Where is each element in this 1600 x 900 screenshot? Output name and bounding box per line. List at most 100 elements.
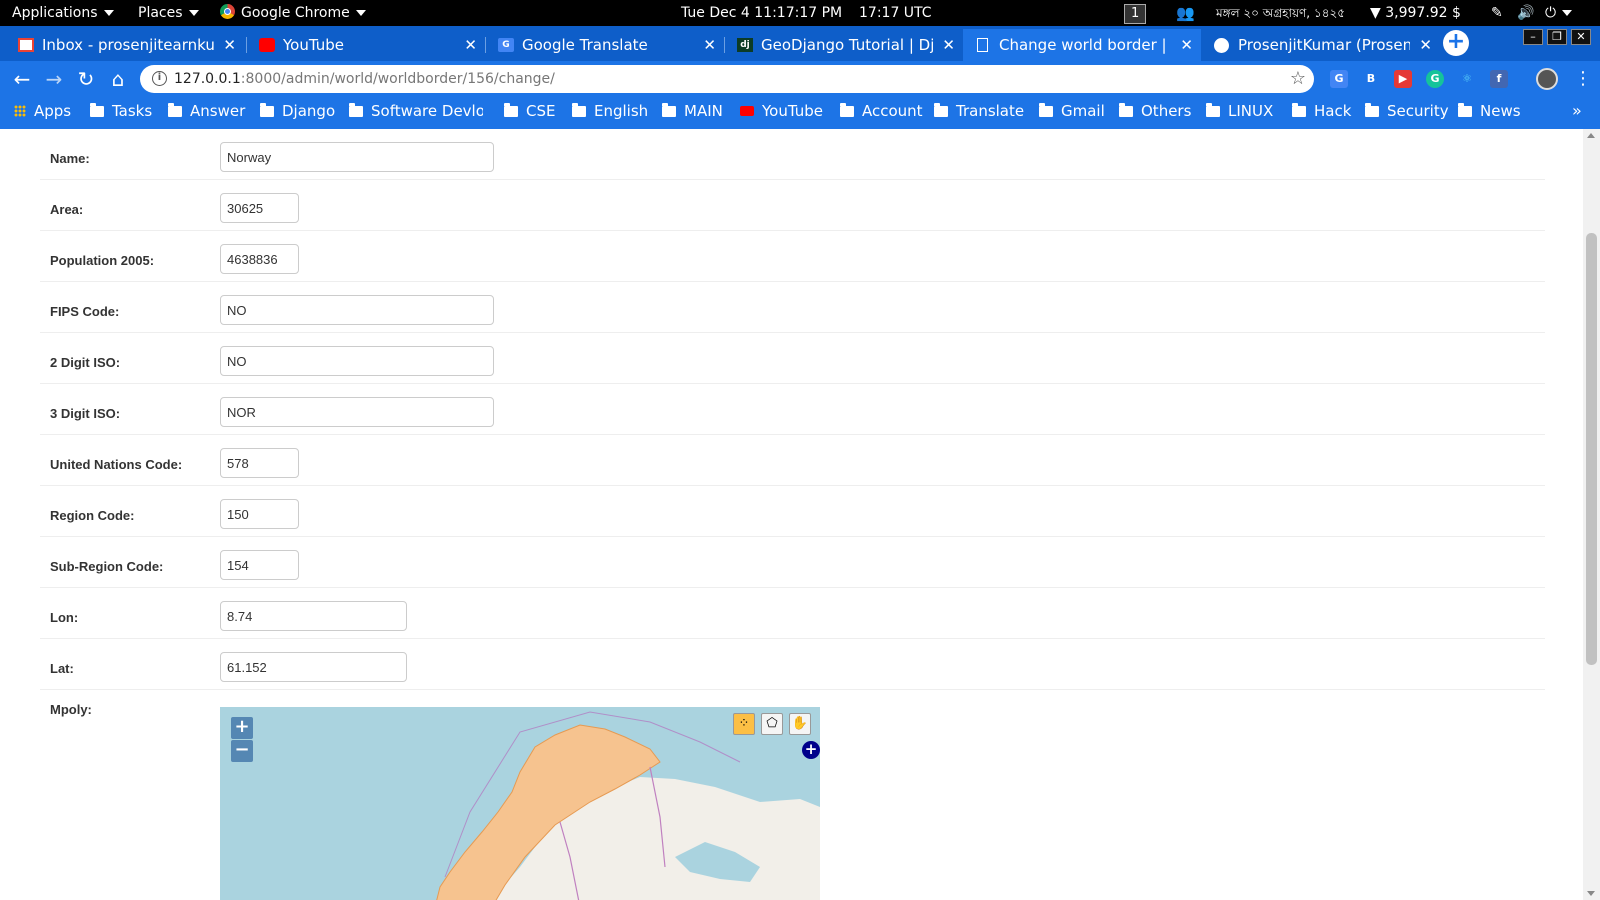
bookmark-hack[interactable]: Hack (1292, 97, 1351, 125)
chrome-icon (220, 4, 235, 19)
mpoly-label: Mpoly: (50, 702, 92, 717)
form-row-area: Area: (40, 180, 1545, 231)
bold-extension-icon[interactable]: B (1362, 70, 1380, 88)
scroll-up-icon[interactable] (1587, 133, 1595, 138)
power-menu[interactable]: ⏻ (1545, 0, 1573, 26)
bookmark-translate[interactable]: Translate (934, 97, 1024, 125)
scroll-down-icon[interactable] (1587, 891, 1595, 896)
menu-kebab-icon[interactable]: ⋮ (1574, 67, 1592, 91)
pan-button[interactable]: ✋ (789, 713, 811, 735)
minimize-button[interactable]: – (1523, 29, 1543, 45)
github-icon (1214, 38, 1229, 53)
url-text[interactable]: 127.0.0.1:8000/admin/world/worldborder/1… (174, 65, 555, 93)
address-bar[interactable]: i 127.0.0.1:8000/admin/world/worldborder… (140, 65, 1314, 93)
bookmark-security[interactable]: Security (1365, 97, 1449, 125)
google-translate-extension-icon[interactable]: G (1330, 70, 1348, 88)
close-icon[interactable]: ✕ (464, 29, 477, 61)
back-button[interactable]: ← (10, 67, 34, 91)
form-row-fips: FIPS Code: (40, 282, 1545, 333)
pop2005-input[interactable] (220, 244, 299, 274)
forward-button[interactable]: → (42, 67, 66, 91)
bookmark-youtube[interactable]: YouTube (740, 97, 823, 125)
bookmark-software-devlop[interactable]: Software Devlop (349, 97, 483, 125)
home-button[interactable]: ⌂ (106, 67, 130, 91)
chevron-right-icon[interactable]: » (1572, 97, 1582, 125)
tab-google-translate[interactable]: G Google Translate ✕ (486, 29, 724, 61)
lat-label: Lat: (50, 661, 74, 676)
mpoly-map-widget[interactable]: + − ⁘ ⬠ ✋ + (220, 707, 820, 900)
people-icon[interactable]: 👥 (1176, 0, 1195, 26)
page-scrollbar[interactable] (1583, 129, 1600, 900)
bookmark-label: Tasks (112, 102, 153, 120)
name-input[interactable] (220, 142, 494, 172)
region-input[interactable] (220, 499, 299, 529)
restore-button[interactable]: ❐ (1547, 29, 1567, 45)
close-icon[interactable]: ✕ (942, 29, 955, 61)
info-icon[interactable]: i (152, 71, 167, 86)
un-code-input[interactable] (220, 448, 299, 478)
iso2-input[interactable] (220, 346, 494, 376)
app-menu[interactable]: Google Chrome (220, 0, 366, 26)
close-icon[interactable]: ✕ (1180, 29, 1193, 61)
chevron-down-icon (1562, 10, 1573, 16)
avatar[interactable] (1536, 68, 1558, 90)
clock[interactable]: Tue Dec 4 11:17:17 PM (681, 0, 842, 26)
pdf-extension-icon[interactable]: ▶ (1394, 70, 1412, 88)
places-menu[interactable]: Places (138, 0, 199, 26)
bookmark-others[interactable]: Others (1119, 97, 1191, 125)
close-icon[interactable]: ✕ (703, 29, 716, 61)
map-canvas[interactable] (220, 707, 820, 900)
browser-toolbar: ← → ↻ ⌂ i 127.0.0.1:8000/admin/world/wor… (0, 61, 1600, 97)
iso3-input[interactable] (220, 397, 494, 427)
bookmark-apps[interactable]: Apps (14, 97, 71, 125)
lon-input[interactable] (220, 601, 407, 631)
bookmark-gmail[interactable]: Gmail (1039, 97, 1105, 125)
grammarly-icon[interactable]: G (1426, 70, 1444, 88)
pen-icon[interactable]: ✎ (1491, 0, 1503, 26)
bookmark-answer[interactable]: Answer (168, 97, 245, 125)
bookmark-main[interactable]: MAIN (662, 97, 723, 125)
subregion-input[interactable] (220, 550, 299, 580)
layer-switcher-button[interactable]: + (802, 741, 820, 759)
facebook-extension-icon[interactable]: f (1490, 70, 1508, 88)
volume-icon[interactable]: 🔊 (1517, 0, 1534, 26)
bookmark-linux[interactable]: LINUX (1206, 97, 1273, 125)
reload-button[interactable]: ↻ (74, 67, 98, 91)
tab-github[interactable]: ProsenjitKumar (Prosenjit ✕ (1202, 29, 1440, 61)
lat-input[interactable] (220, 652, 407, 682)
zoom-out-button[interactable]: − (231, 740, 253, 762)
bookmark-cse[interactable]: CSE (504, 97, 555, 125)
new-tab-button[interactable]: + (1443, 30, 1469, 56)
bookmark-label: LINUX (1228, 102, 1274, 120)
tab-gmail[interactable]: Inbox - prosenjitearnkumar ✕ (6, 29, 244, 61)
polygon-icon: ⬠ (766, 716, 778, 731)
bookmark-account[interactable]: Account (840, 97, 923, 125)
tab-geodjango[interactable]: dj GeoDjango Tutorial | Django ✕ (725, 29, 963, 61)
bookmark-label: Translate (956, 102, 1025, 120)
workspace-indicator[interactable]: 1 (1124, 0, 1147, 26)
fips-input[interactable] (220, 295, 494, 325)
area-input[interactable] (220, 193, 299, 223)
close-icon[interactable]: ✕ (223, 29, 236, 61)
tab-title: YouTube (283, 36, 344, 54)
scrollbar-thumb[interactable] (1586, 233, 1597, 665)
wifi-icon: ▼ (1370, 5, 1381, 21)
bookmark-tasks[interactable]: Tasks (90, 97, 152, 125)
folder-icon (349, 103, 363, 117)
react-devtools-icon[interactable]: ⚛ (1458, 70, 1476, 88)
bookmark-django[interactable]: Django (260, 97, 335, 125)
bookmark-star-icon[interactable]: ☆ (1290, 67, 1306, 91)
draw-polygon-button[interactable]: ⬠ (761, 713, 783, 735)
form-row-lon: Lon: (40, 588, 1545, 639)
bookmark-english[interactable]: English (572, 97, 648, 125)
draw-point-button[interactable]: ⁘ (733, 713, 755, 735)
tab-youtube[interactable]: YouTube ✕ (247, 29, 485, 61)
tab-change-world-border[interactable]: Change world border | Django ✕ (963, 29, 1201, 61)
form-row-iso2: 2 Digit ISO: (40, 333, 1545, 384)
bookmark-news[interactable]: News (1458, 97, 1521, 125)
window-close-button[interactable]: ✕ (1571, 29, 1591, 45)
close-icon[interactable]: ✕ (1419, 29, 1432, 61)
zoom-in-button[interactable]: + (231, 717, 253, 739)
crypto-ticker[interactable]: ▼ 3,997.92 $ (1370, 0, 1461, 26)
applications-menu[interactable]: Applications (12, 0, 114, 26)
